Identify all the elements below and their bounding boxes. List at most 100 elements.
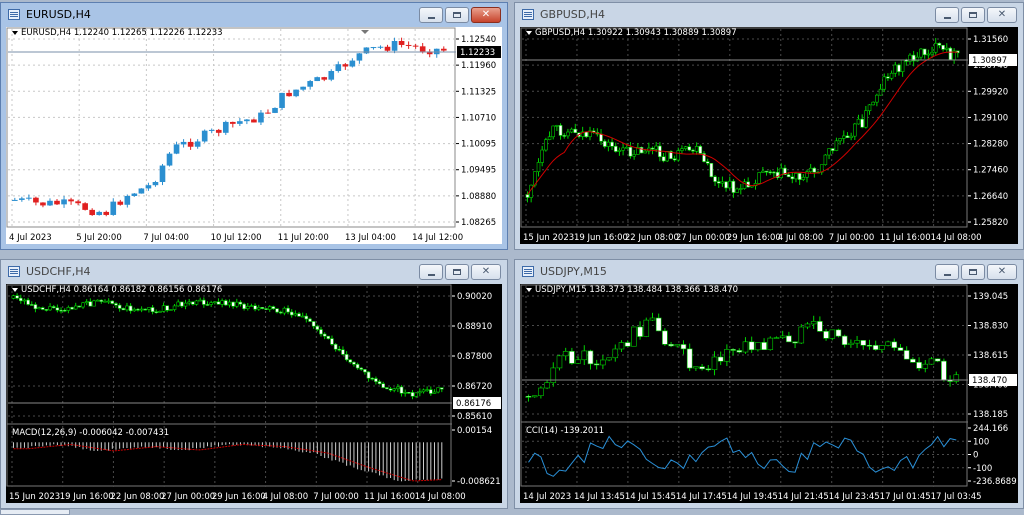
candle: [330, 338, 334, 345]
candle: [300, 86, 306, 90]
candle: [114, 303, 118, 306]
candle: [342, 64, 349, 67]
chart-window-usdchf[interactable]: USDCHF,H4 15 Jun 202319 Jun 16:0022 Jun …: [0, 259, 508, 509]
candle: [736, 350, 743, 353]
candle: [575, 359, 581, 364]
candle: [683, 146, 688, 150]
close-button[interactable]: [471, 264, 501, 280]
maximize-button[interactable]: [961, 264, 985, 280]
maximize-button[interactable]: [961, 7, 985, 23]
candle: [872, 345, 879, 350]
candle: [293, 89, 299, 97]
y-axis-tick-label: 138.615: [973, 351, 1008, 361]
candle: [194, 141, 201, 147]
chart-area[interactable]: 14 Jul 2023 14 Jul 13:45 14 Jul 15:45 14 Ju…: [520, 284, 1018, 503]
maximize-button[interactable]: [445, 264, 469, 280]
price-chart[interactable]: 15 Jun 2023 19 Jun 16:0022 Jun 08:0027 Ju…: [6, 284, 502, 503]
candle: [650, 147, 655, 150]
chart-window-gbpusd[interactable]: GBPUSD,H4 15 Jun 202319 Jun 16:0022 Jun …: [514, 2, 1024, 250]
candle: [201, 130, 208, 142]
candle: [308, 318, 312, 322]
candle: [625, 146, 629, 149]
x-axis-tick-label: 22 Jun 08:00: [110, 492, 164, 502]
candle: [180, 141, 187, 145]
candle: [686, 348, 693, 369]
x-axis-tick-label: 14 Jul 12:00: [412, 233, 463, 243]
candle: [30, 304, 34, 306]
candle: [315, 325, 320, 330]
title-bar[interactable]: EURUSD,H4: [1, 3, 507, 27]
candle: [621, 147, 625, 151]
chart-area[interactable]: 15 Jun 2023 19 Jun 16:00 22 Jun 08:00 27 Ju…: [6, 284, 502, 503]
candle: [191, 301, 195, 305]
candle: [267, 306, 272, 310]
candle: [297, 313, 301, 317]
close-button[interactable]: [987, 7, 1017, 23]
price-chart[interactable]: 14 Jul 2023 14 Jul 13:45 14 Jul 15:45 14 Ju…: [520, 284, 1018, 503]
candle: [829, 329, 836, 339]
candle: [51, 306, 56, 309]
price-chart[interactable]: 4 Jul 2023 5 Jul 20:00 7 Jul 04:00 10 Jul 1…: [6, 27, 502, 244]
candle: [26, 299, 30, 305]
candle: [19, 297, 23, 302]
candle: [95, 299, 100, 302]
candle: [22, 299, 27, 302]
title-bar[interactable]: USDCHF,H4: [1, 260, 507, 284]
candle: [344, 354, 349, 361]
price-chart[interactable]: 15 Jun 2023 19 Jun 16:0022 Jun 08:0027 Ju…: [520, 27, 1018, 244]
candle: [26, 197, 32, 199]
candle: [403, 391, 407, 394]
candle: [251, 119, 257, 123]
candle: [54, 200, 60, 205]
candle: [948, 47, 953, 60]
candle: [536, 162, 541, 172]
candle: [209, 302, 213, 305]
candle: [842, 135, 846, 139]
chart-window-usdjpy[interactable]: USDJPY,M15 14 Jul 202314 Jul 13:4514 Jul…: [514, 259, 1024, 509]
candle: [662, 330, 668, 345]
minimize-button[interactable]: [419, 264, 443, 280]
chart-background: [520, 284, 1018, 503]
candle: [59, 309, 63, 312]
minimize-button[interactable]: [419, 7, 443, 23]
candle: [293, 313, 298, 316]
candle: [599, 133, 603, 142]
x-axis-tick-label: 14 Jul 08:00: [931, 233, 982, 243]
candle: [779, 335, 786, 338]
close-button[interactable]: [471, 7, 501, 23]
candle: [655, 317, 662, 332]
candle: [385, 387, 389, 390]
candle: [860, 118, 864, 128]
chart-window-eurusd[interactable]: EURUSD,H4 4 Jul 2023 5 Jul 20:00 7 Jul 04:…: [0, 2, 508, 250]
taskbar-button[interactable]: [0, 509, 70, 515]
candle: [587, 350, 594, 365]
candle: [926, 53, 931, 56]
chart-area[interactable]: 15 Jun 2023 19 Jun 16:00 22 Jun 08:00 27 Ju…: [520, 27, 1018, 244]
title-bar[interactable]: USDJPY,M15: [515, 260, 1023, 284]
current-price-label: 1.30897: [972, 56, 1007, 66]
chart-window-icon: [522, 9, 534, 20]
candle: [55, 307, 60, 311]
maximize-button[interactable]: [445, 7, 469, 23]
candle: [779, 167, 784, 178]
minimize-button[interactable]: [935, 264, 959, 280]
candle: [792, 341, 798, 344]
candle: [540, 149, 544, 163]
candle: [61, 199, 67, 205]
indicator-axis-label: -100: [973, 464, 992, 474]
close-button[interactable]: [987, 264, 1017, 280]
candle: [713, 176, 717, 182]
candle: [668, 344, 674, 347]
candle: [82, 203, 88, 210]
x-axis-tick-label: 19 Jun 16:00: [574, 233, 628, 243]
candle: [286, 92, 292, 97]
candle: [757, 172, 761, 184]
x-axis-tick-label: 5 Jul 20:00: [76, 233, 122, 243]
x-axis-tick-label: 27 Jun 00:00: [161, 492, 215, 502]
minimize-button[interactable]: [935, 7, 959, 23]
candle: [275, 308, 279, 313]
chart-area[interactable]: 4 Jul 2023 5 Jul 20:00 7 Jul 04:00 10 Jul 1…: [6, 27, 502, 244]
candle: [727, 180, 732, 189]
title-bar[interactable]: GBPUSD,H4: [515, 3, 1023, 27]
candle: [103, 211, 110, 215]
